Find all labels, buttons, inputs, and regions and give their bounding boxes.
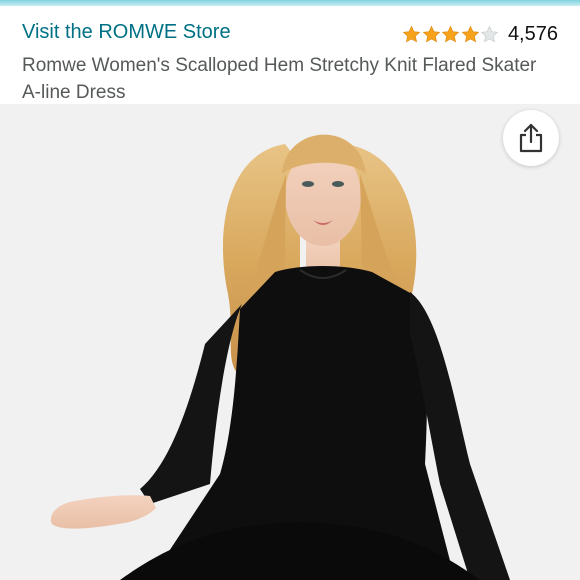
star-icon-full — [461, 25, 480, 42]
star-icon-full — [442, 25, 460, 42]
star-icon-full — [403, 25, 421, 42]
rating-summary[interactable]: 4,576 — [402, 20, 558, 48]
store-link[interactable]: Visit the ROMWE Store — [22, 21, 231, 44]
star-icon-empty — [481, 25, 499, 42]
share-icon — [519, 123, 543, 153]
product-header: Visit the ROMWE Store 4,576 — [0, 18, 580, 50]
star-rating — [402, 25, 500, 44]
product-title: Romwe Women's Scalloped Hem Stretchy Kni… — [22, 55, 537, 103]
top-edge-strip — [0, 0, 580, 6]
product-photo-illustration — [50, 134, 510, 580]
product-image[interactable] — [0, 104, 580, 580]
star-icon-full — [422, 25, 441, 42]
rating-count[interactable]: 4,576 — [508, 23, 558, 46]
share-button[interactable] — [503, 110, 559, 166]
